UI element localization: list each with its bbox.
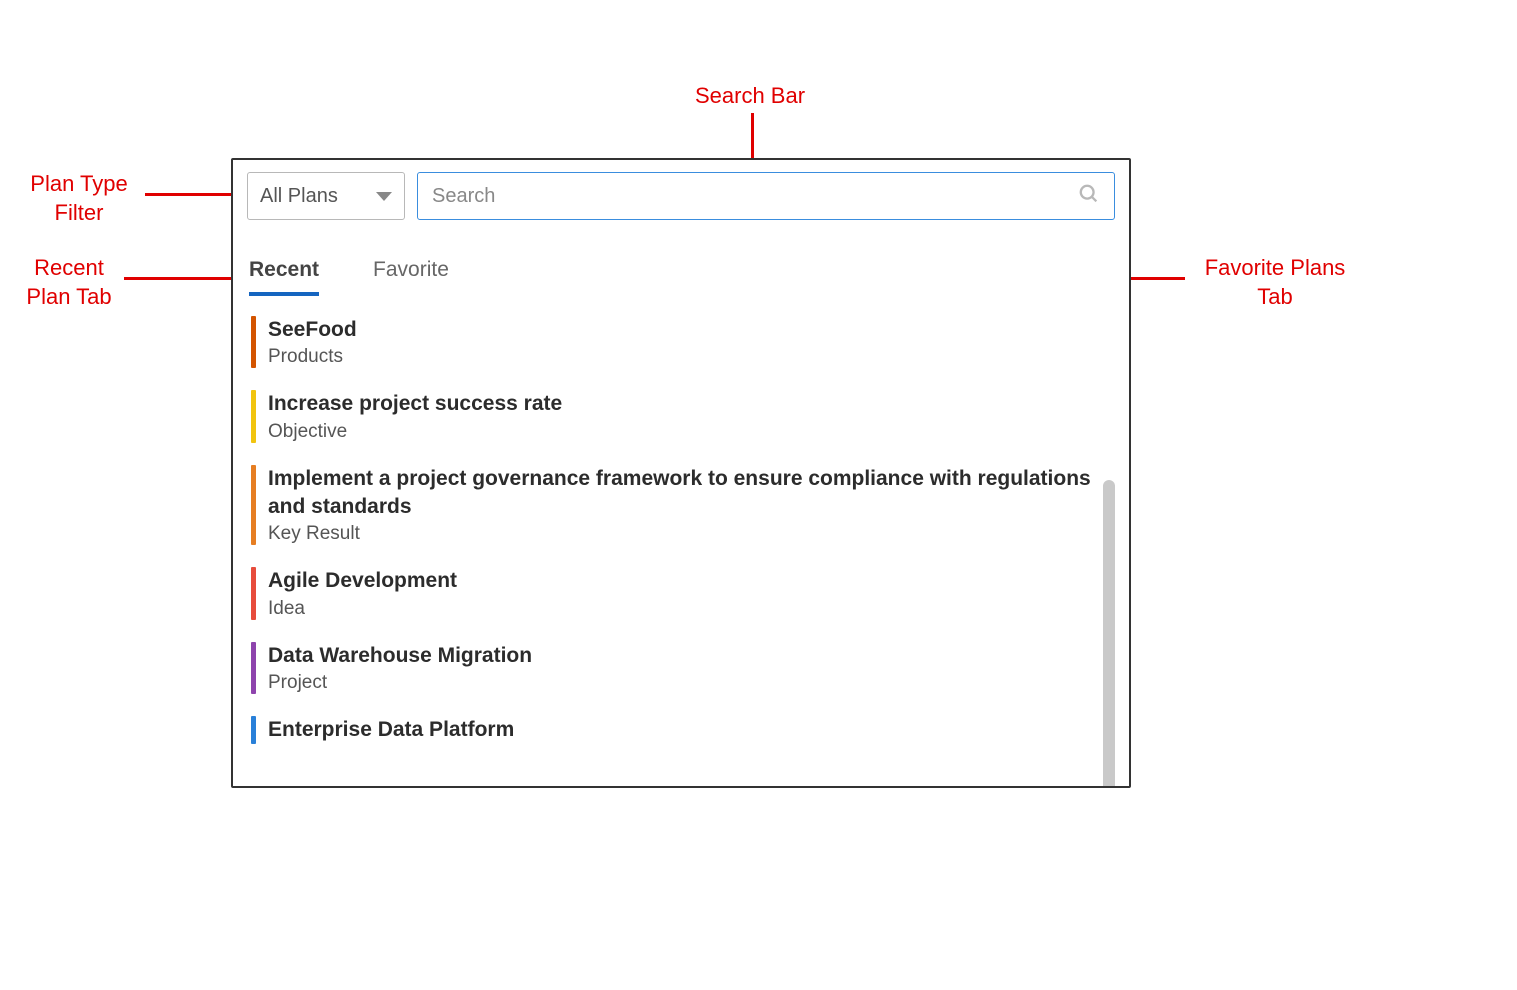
- search-input[interactable]: [432, 185, 1078, 208]
- dropdown-label: All Plans: [260, 185, 338, 208]
- plan-type-filter-dropdown[interactable]: All Plans: [247, 172, 405, 220]
- list-item[interactable]: Increase project success rate Objective: [251, 390, 1125, 442]
- plans-panel: All Plans Recent Favorite SeeFoodProduct…: [231, 158, 1131, 788]
- item-title: Implement a project governance framework…: [268, 465, 1125, 522]
- tab-recent[interactable]: Recent: [249, 258, 319, 296]
- tabs: Recent Favorite: [247, 258, 1115, 296]
- item-subtitle: Project: [268, 672, 532, 694]
- item-title: Enterprise Data Platform: [268, 716, 514, 744]
- item-title: Data Warehouse Migration: [268, 642, 532, 670]
- plan-list: SeeFoodProducts Increase project success …: [233, 316, 1129, 786]
- item-text: Implement a project governance framework…: [268, 465, 1125, 546]
- annotation-plan-type-filter: Plan Type Filter: [14, 170, 144, 227]
- annotation-line: [124, 277, 231, 280]
- item-text: SeeFoodProducts: [268, 316, 357, 368]
- color-bar: [251, 465, 256, 546]
- annotation-line: [145, 193, 231, 196]
- color-bar: [251, 642, 256, 694]
- chevron-down-icon: [376, 192, 392, 201]
- list-item[interactable]: SeeFoodProducts: [251, 316, 1125, 368]
- search-icon: [1078, 183, 1100, 210]
- annotation-favorite-tab: Favorite Plans Tab: [1190, 254, 1360, 311]
- item-text: Enterprise Data Platform: [268, 716, 514, 744]
- color-bar: [251, 567, 256, 619]
- list-item[interactable]: Agile Development Idea: [251, 567, 1125, 619]
- item-title: Agile Development: [268, 567, 457, 595]
- item-text: Increase project success rate Objective: [268, 390, 562, 442]
- scrollbar[interactable]: [1103, 480, 1115, 788]
- list-item[interactable]: Implement a project governance framework…: [251, 465, 1125, 546]
- item-subtitle: Products: [268, 346, 357, 368]
- tab-favorite[interactable]: Favorite: [373, 258, 449, 296]
- item-text: Data Warehouse MigrationProject: [268, 642, 532, 694]
- color-bar: [251, 390, 256, 442]
- list-item[interactable]: Data Warehouse MigrationProject: [251, 642, 1125, 694]
- item-subtitle: Idea: [268, 598, 457, 620]
- search-bar[interactable]: [417, 172, 1115, 220]
- scrollbar-thumb[interactable]: [1103, 480, 1115, 788]
- item-text: Agile Development Idea: [268, 567, 457, 619]
- list-item[interactable]: Enterprise Data Platform: [251, 716, 1125, 744]
- annotation-search-bar: Search Bar: [670, 82, 830, 111]
- item-subtitle: Key Result: [268, 523, 1125, 545]
- item-subtitle: Objective: [268, 421, 562, 443]
- color-bar: [251, 716, 256, 744]
- item-title: SeeFood: [268, 316, 357, 344]
- color-bar: [251, 316, 256, 368]
- item-title: Increase project success rate: [268, 390, 562, 418]
- annotation-recent-tab: Recent Plan Tab: [14, 254, 124, 311]
